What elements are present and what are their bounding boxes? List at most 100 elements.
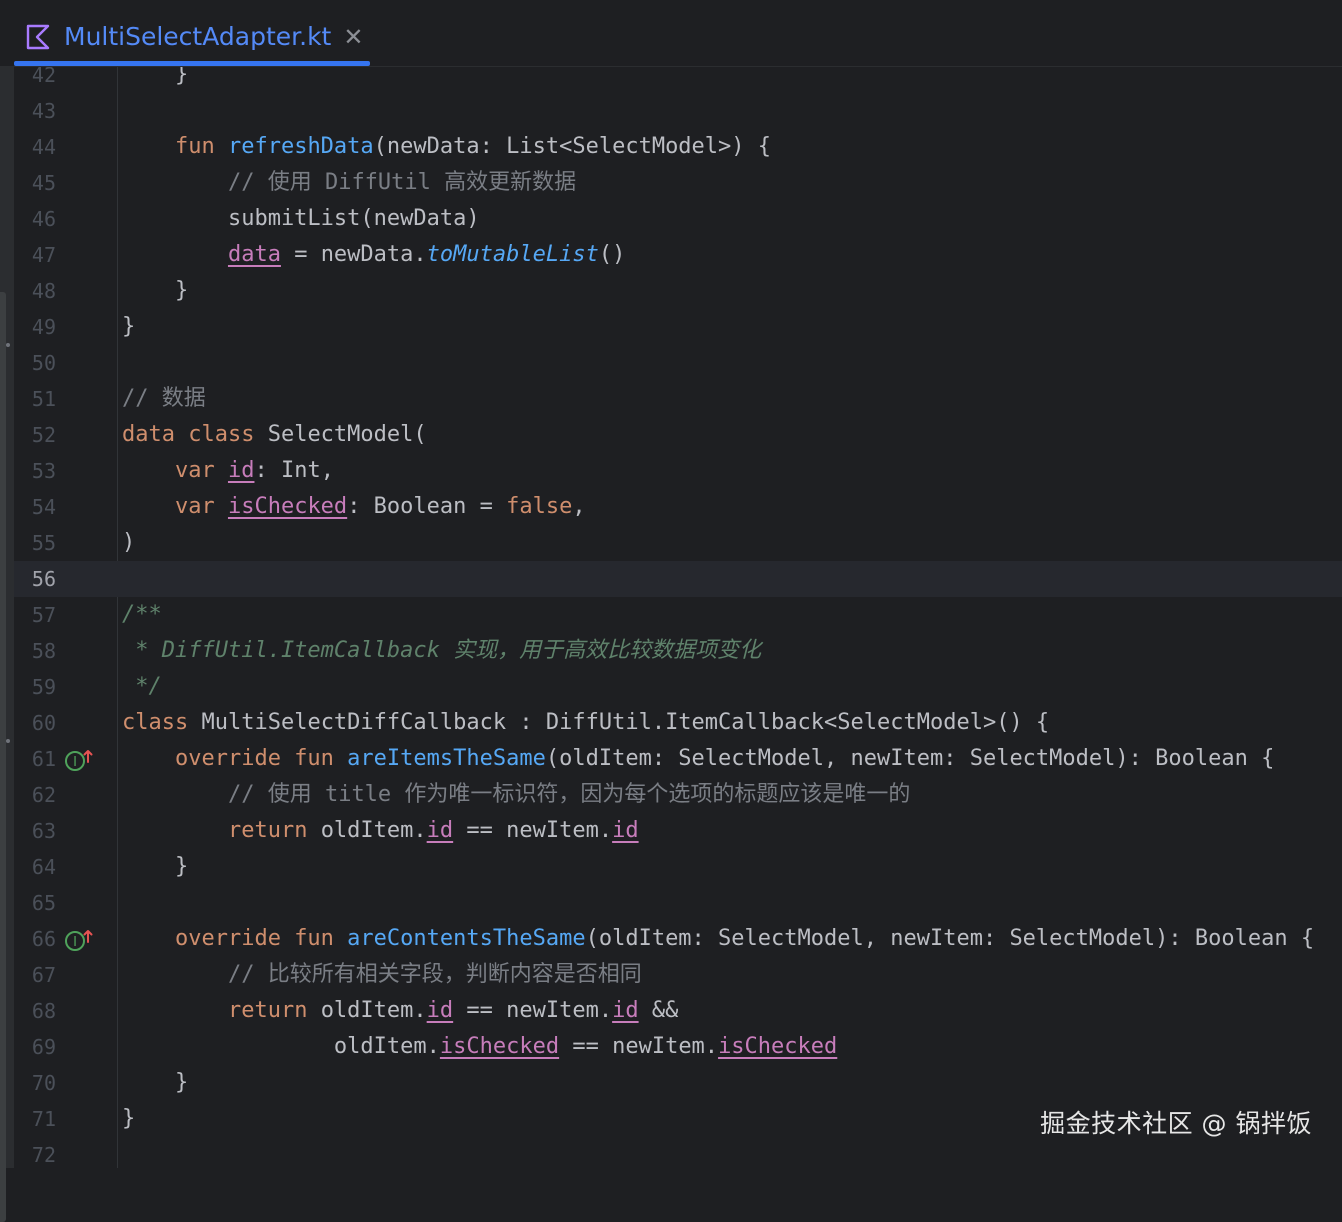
code-text: override fun areContentsTheSame(oldItem:… — [174, 926, 1315, 951]
line-number[interactable]: 54 — [14, 489, 56, 525]
code-line[interactable]: 61 I override fun areItemsTheSame(oldItem… — [14, 741, 1342, 777]
svg-text:I: I — [73, 755, 77, 770]
tab-multiselectadapter[interactable]: MultiSelectAdapter.kt ✕ — [14, 6, 370, 67]
line-number[interactable]: 51 — [14, 381, 56, 417]
line-number[interactable]: 43 — [14, 93, 56, 129]
code-text: // 数据 — [122, 386, 206, 411]
code-text: } — [122, 854, 189, 879]
fold-marker-icon[interactable] — [6, 343, 10, 347]
code-text: class MultiSelectDiffCallback : DiffUtil… — [122, 710, 1050, 735]
code-line[interactable]: 53 var id: Int, — [14, 453, 1342, 489]
code-line[interactable]: 42 } — [14, 67, 1342, 93]
left-tool-strip — [0, 67, 14, 1222]
line-number[interactable]: 42 — [14, 67, 56, 93]
line-number[interactable]: 68 — [14, 993, 56, 1029]
code-text: } — [122, 1106, 136, 1131]
code-text: oldItem.isChecked == newItem.isChecked — [122, 1034, 838, 1059]
line-number[interactable]: 70 — [14, 1065, 56, 1101]
fold-marker-icon[interactable] — [6, 739, 10, 743]
line-number[interactable]: 48 — [14, 273, 56, 309]
code-line[interactable]: 63 return oldItem.id == newItem.id — [14, 813, 1342, 849]
line-number[interactable]: 45 — [14, 165, 56, 201]
code-line[interactable]: 64 } — [14, 849, 1342, 885]
line-number[interactable]: 56 — [14, 561, 56, 597]
code-text: } — [122, 278, 189, 303]
code-text: // 使用 DiffUtil 高效更新数据 — [227, 170, 577, 195]
line-number[interactable]: 69 — [14, 1029, 56, 1065]
code-text: } — [122, 314, 136, 339]
line-number[interactable]: 65 — [14, 885, 56, 921]
watermark: 掘金技术社区 @ 锅拌饭 — [1040, 1109, 1312, 1138]
code-line[interactable]: 68 return oldItem.id == newItem.id && — [14, 993, 1342, 1029]
line-number[interactable]: 60 — [14, 705, 56, 741]
code-line[interactable]: 48 } — [14, 273, 1342, 309]
code-line[interactable]: 62 // 使用 title 作为唯一标识符，因为每个选项的标题应该是唯一的 — [14, 777, 1342, 813]
line-number[interactable]: 46 — [14, 201, 56, 237]
line-number[interactable]: 57 — [14, 597, 56, 633]
code-line[interactable]: 72 — [14, 1137, 1342, 1168]
code-line[interactable]: 69 oldItem.isChecked == newItem.isChecke… — [14, 1029, 1342, 1065]
code-text: ) — [122, 530, 136, 555]
code-line[interactable]: 58 * DiffUtil.ItemCallback 实现，用于高效比较数据项变… — [14, 633, 1342, 669]
code-line[interactable]: 47 data = newData.toMutableList() — [14, 237, 1342, 273]
code-text: } — [122, 67, 189, 87]
line-number[interactable]: 64 — [14, 849, 56, 885]
code-text: override fun areItemsTheSame(oldItem: Se… — [174, 746, 1275, 771]
code-text: fun refreshData(newData: List<SelectMode… — [174, 134, 772, 159]
code-text: // 使用 title 作为唯一标识符，因为每个选项的标题应该是唯一的 — [227, 782, 911, 807]
svg-text:I: I — [73, 935, 77, 950]
code-text: data class SelectModel( — [122, 422, 427, 447]
line-number[interactable]: 50 — [14, 345, 56, 381]
code-line[interactable]: 52 data class SelectModel( — [14, 417, 1342, 453]
active-tab-indicator — [14, 61, 370, 66]
code-text: var id: Int, — [174, 458, 334, 483]
code-line[interactable]: 70 } — [14, 1065, 1342, 1101]
line-number[interactable]: 58 — [14, 633, 56, 669]
code-line[interactable]: 66 I override fun areContentsTheSame(oldI… — [14, 921, 1342, 957]
line-number[interactable]: 67 — [14, 957, 56, 993]
code-text: submitList(newData) — [122, 206, 480, 231]
line-number[interactable]: 44 — [14, 129, 56, 165]
line-number[interactable]: 72 — [14, 1137, 56, 1168]
code-line[interactable]: 46 submitList(newData) — [14, 201, 1342, 237]
line-number[interactable]: 55 — [14, 525, 56, 561]
code-text: return oldItem.id == newItem.id && — [227, 998, 679, 1023]
code-text: * DiffUtil.ItemCallback 实现，用于高效比较数据项变化 — [122, 638, 762, 663]
line-number[interactable]: 71 — [14, 1101, 56, 1137]
line-number[interactable]: 52 — [14, 417, 56, 453]
line-number[interactable]: 59 — [14, 669, 56, 705]
line-number[interactable]: 62 — [14, 777, 56, 813]
line-number[interactable]: 49 — [14, 309, 56, 345]
code-text: var isChecked: Boolean = false, — [174, 494, 586, 519]
line-number[interactable]: 66 — [14, 921, 56, 957]
implementation-up-icon[interactable]: I — [64, 748, 94, 772]
code-line[interactable]: 60 class MultiSelectDiffCallback : DiffUt… — [14, 705, 1342, 741]
code-line[interactable]: 56 — [14, 561, 1342, 597]
line-number[interactable]: 47 — [14, 237, 56, 273]
code-text: // 比较所有相关字段，判断内容是否相同 — [227, 962, 642, 987]
code-text: */ — [122, 674, 162, 699]
code-line[interactable]: 55) — [14, 525, 1342, 561]
code-line[interactable]: 65 — [14, 885, 1342, 921]
close-icon[interactable]: ✕ — [343, 25, 363, 49]
code-text: /** — [122, 602, 162, 627]
code-line[interactable]: 54 var isChecked: Boolean = false, — [14, 489, 1342, 525]
code-line[interactable]: 57 /** — [14, 597, 1342, 633]
code-line[interactable]: 49} — [14, 309, 1342, 345]
code-line[interactable]: 50 — [14, 345, 1342, 381]
line-number[interactable]: 63 — [14, 813, 56, 849]
code-editor[interactable]: 42 } 43 44 fun refreshData(newData: List<S… — [14, 67, 1342, 1168]
line-number[interactable]: 61 — [14, 741, 56, 777]
implementation-up-icon[interactable]: I — [64, 928, 94, 952]
code-line[interactable]: 67 // 比较所有相关字段，判断内容是否相同 — [14, 957, 1342, 993]
code-line[interactable]: 44 fun refreshData(newData: List<SelectM… — [14, 129, 1342, 165]
code-line[interactable]: 59 */ — [14, 669, 1342, 705]
code-line[interactable]: 43 — [14, 93, 1342, 129]
code-line[interactable]: 45 // 使用 DiffUtil 高效更新数据 — [14, 165, 1342, 201]
code-text: return oldItem.id == newItem.id — [227, 818, 639, 843]
code-line[interactable]: 51 // 数据 — [14, 381, 1342, 417]
line-number[interactable]: 53 — [14, 453, 56, 489]
left-scroll-indicator — [0, 292, 6, 1222]
code-text: } — [122, 1070, 189, 1095]
tab-title: MultiSelectAdapter.kt — [64, 22, 332, 51]
